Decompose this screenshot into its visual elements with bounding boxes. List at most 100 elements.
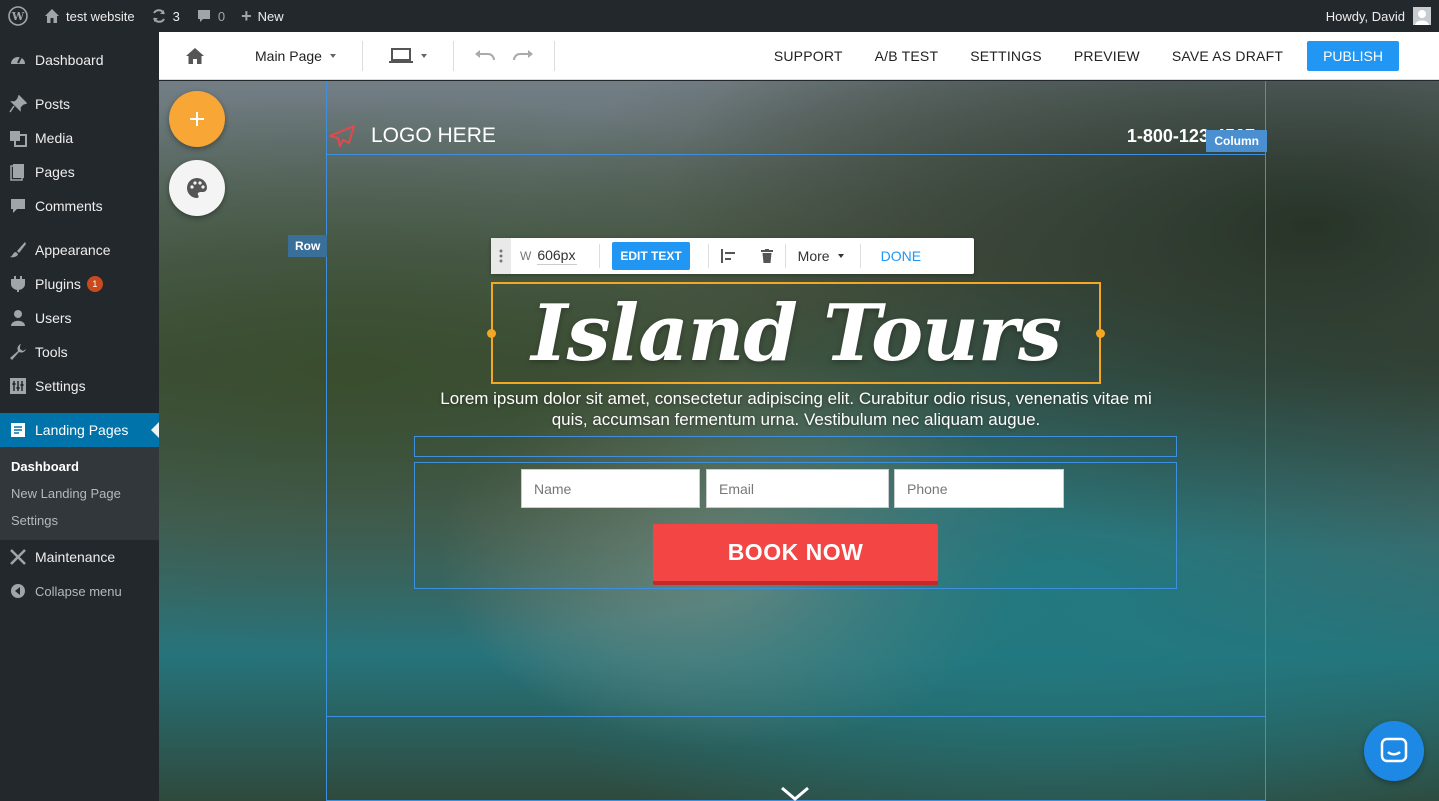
device-select-dropdown[interactable] — [363, 32, 453, 80]
sidebar-item-appearance[interactable]: Appearance — [0, 233, 159, 267]
palette-icon — [187, 178, 207, 198]
chevron-down-icon — [781, 786, 809, 801]
updates-link[interactable]: 3 — [143, 0, 188, 32]
editbar-divider — [707, 244, 709, 268]
support-button[interactable]: SUPPORT — [758, 32, 859, 80]
save-draft-button[interactable]: SAVE AS DRAFT — [1156, 32, 1299, 80]
collapse-icon — [8, 581, 28, 601]
sidebar-item-settings[interactable]: Settings — [0, 369, 159, 403]
sidebar-item-posts[interactable]: Posts — [0, 87, 159, 121]
editbar-divider — [784, 244, 786, 268]
sidebar-item-dashboard[interactable]: Dashboard — [0, 43, 159, 77]
pages-icon — [8, 162, 28, 182]
ab-test-button[interactable]: A/B TEST — [859, 32, 955, 80]
users-icon — [8, 308, 28, 328]
sidebar-item-pages[interactable]: Pages — [0, 155, 159, 189]
sidebar-item-label: Maintenance — [35, 549, 116, 565]
align-button[interactable] — [720, 249, 737, 263]
submenu-dashboard[interactable]: Dashboard — [0, 453, 159, 480]
headline-block[interactable]: Island Tours — [487, 282, 1105, 384]
laptop-icon — [388, 47, 413, 63]
undo-button[interactable] — [454, 32, 504, 80]
publish-button[interactable]: PUBLISH — [1307, 40, 1399, 71]
name-field[interactable]: Name — [521, 469, 700, 508]
plus-icon: + — [241, 5, 252, 26]
sidebar-item-comments[interactable]: Comments — [0, 189, 159, 223]
chevron-down-icon — [329, 53, 336, 58]
column-tag[interactable]: Column — [1206, 130, 1267, 152]
more-dropdown[interactable]: More — [798, 248, 844, 264]
sidebar-item-users[interactable]: Users — [0, 301, 159, 335]
account-greeting[interactable]: Howdy, David — [1326, 9, 1405, 24]
body-text[interactable]: Lorem ipsum dolor sit amet, consectetur … — [439, 388, 1153, 430]
width-input[interactable]: 606px — [537, 247, 578, 265]
page-canvas[interactable]: Row LOGO HERE 1-800-123-4567 Column W 60… — [159, 81, 1439, 801]
updates-icon — [151, 8, 167, 24]
redo-button[interactable] — [504, 32, 554, 80]
sidebar-item-label: Media — [35, 130, 74, 146]
chat-icon — [1380, 737, 1408, 763]
sidebar-item-label: Pages — [35, 164, 75, 180]
undo-icon — [474, 49, 495, 60]
width-label: W — [520, 249, 532, 263]
settings-button[interactable]: SETTINGS — [954, 32, 1058, 80]
pin-icon — [8, 94, 28, 114]
sidebar-item-label: Dashboard — [35, 52, 104, 68]
row-tag[interactable]: Row — [288, 235, 328, 257]
plus-icon — [190, 112, 204, 126]
sidebar-item-plugins[interactable]: Plugins 1 — [0, 267, 159, 301]
toolbar-divider — [553, 40, 555, 71]
submenu-settings[interactable]: Settings — [0, 507, 159, 534]
sidebar-item-landing-pages[interactable]: Landing Pages — [0, 413, 159, 447]
wordpress-icon: W — [8, 6, 28, 26]
dashboard-icon — [8, 50, 28, 70]
phone-field[interactable]: Phone — [894, 469, 1064, 508]
media-icon — [8, 128, 28, 148]
editor-toolbar: Main Page SUPPORT A/B TEST SETTINGS PREV… — [159, 32, 1439, 80]
sidebar-item-maintenance[interactable]: Maintenance — [0, 540, 159, 574]
sidebar-item-tools[interactable]: Tools — [0, 335, 159, 369]
delete-button[interactable] — [760, 249, 773, 263]
comment-icon — [196, 8, 212, 24]
add-element-button[interactable] — [169, 91, 225, 147]
sidebar-item-media[interactable]: Media — [0, 121, 159, 155]
resize-handle-left[interactable] — [487, 329, 496, 338]
comments-count: 0 — [217, 8, 226, 24]
logo[interactable]: LOGO HERE — [329, 124, 496, 148]
email-field[interactable]: Email — [706, 469, 889, 508]
home-button[interactable] — [159, 32, 231, 80]
sidebar-item-label: Comments — [35, 198, 103, 214]
sidebar-item-label: Tools — [35, 344, 68, 360]
book-now-button[interactable]: BOOK NOW — [653, 524, 938, 585]
comments-link[interactable]: 0 — [188, 0, 233, 32]
tools-icon — [8, 547, 28, 567]
page-select-dropdown[interactable]: Main Page — [231, 32, 362, 80]
chevron-down-icon — [837, 254, 844, 258]
avatar[interactable] — [1413, 7, 1431, 25]
new-content-link[interactable]: + New — [233, 0, 292, 32]
resize-handle-right[interactable] — [1096, 329, 1105, 338]
scroll-down-chevron[interactable] — [780, 786, 810, 801]
drag-dots-icon — [499, 249, 503, 263]
landing-icon — [8, 420, 28, 440]
style-palette-button[interactable] — [169, 160, 225, 216]
edit-text-button[interactable]: EDIT TEXT — [612, 242, 690, 270]
sidebar-item-label: Posts — [35, 96, 71, 112]
headline-text: Island Tours — [531, 287, 1062, 379]
wordpress-logo[interactable]: W — [0, 0, 36, 32]
plugins-update-badge: 1 — [86, 276, 103, 292]
preview-button[interactable]: PREVIEW — [1058, 32, 1156, 80]
site-name-link[interactable]: test website — [36, 0, 143, 32]
paper-plane-icon — [329, 125, 355, 147]
sidebar-item-label: Users — [35, 310, 72, 326]
admin-bar: W test website 3 0 + New Howdy, David — [0, 0, 1439, 32]
chat-launcher-button[interactable] — [1364, 721, 1424, 781]
collapse-menu-button[interactable]: Collapse menu — [0, 574, 159, 608]
submenu-new-landing-page[interactable]: New Landing Page — [0, 480, 159, 507]
admin-sidebar: Dashboard Posts Media Pages Comments App… — [0, 32, 159, 801]
redo-icon — [512, 49, 533, 60]
done-button[interactable]: DONE — [881, 248, 921, 264]
trash-icon — [760, 249, 773, 263]
drag-handle[interactable] — [491, 238, 511, 274]
site-name: test website — [66, 8, 135, 24]
